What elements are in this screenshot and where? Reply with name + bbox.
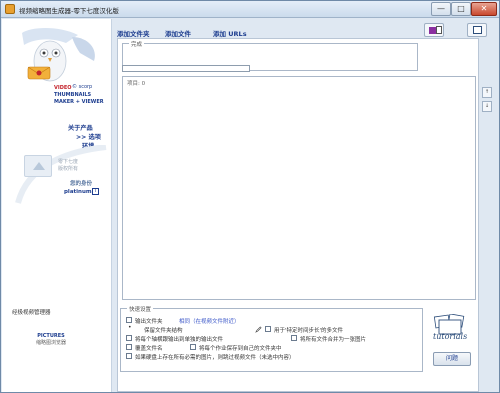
split-output-checkbox[interactable] — [126, 335, 132, 341]
product-name: VIDEO THUMBNAILS MAKER + VIEWER — [54, 85, 104, 106]
nav-item-options[interactable]: >> 选项 — [76, 132, 101, 141]
identity-value: platinum — [64, 189, 92, 195]
move-up-button[interactable]: ↑ — [482, 87, 492, 98]
owl-logo — [22, 28, 95, 82]
app-icon — [5, 4, 15, 14]
keep-structure-label: 保留文件夹结构 — [144, 328, 183, 334]
tutorials-text: tutorials — [433, 332, 468, 341]
add-urls-link[interactable]: 添加 URLs — [213, 28, 247, 38]
items-count: 项目: 0 — [127, 81, 146, 87]
use-interval-label: 用于'特定时间步长'的多文件 — [274, 328, 344, 334]
output-folder-value-link[interactable]: 相同（在视频文件附近） — [179, 317, 240, 325]
window-layout-icon — [473, 26, 482, 34]
nav-item-about[interactable]: 关于产品 — [68, 123, 93, 132]
toolbar: 添加文件夹 添加文件 添加 URLs — [117, 19, 497, 38]
output-folder-label: 输出文件夹 — [135, 319, 163, 325]
output-folder-checkbox[interactable] — [126, 317, 132, 323]
save-own-folder-checkbox[interactable] — [190, 344, 196, 350]
pictures-viewer-link[interactable]: PICTURES 缩略图浏览器 — [36, 333, 66, 347]
move-down-button[interactable]: ↓ — [482, 101, 492, 112]
promo-image-icon — [24, 155, 52, 177]
bullet-icon: • — [128, 324, 132, 331]
save-own-folder-label: 将每个作业保存到自己的文件夹中 — [199, 346, 282, 352]
identity-label: 您的身份 — [70, 181, 93, 187]
product-name-line-2: THUMBNAILS — [54, 92, 92, 98]
video-manager-link[interactable]: 经极视频管理器 — [12, 308, 51, 316]
overwrite-label: 覆盖文件名 — [135, 346, 163, 352]
items-list[interactable]: 项目: 0 — [122, 76, 476, 300]
add-folder-link[interactable]: 添加文件夹 — [117, 28, 150, 38]
skip-existing-checkbox[interactable] — [126, 353, 132, 359]
document-icon — [436, 26, 442, 34]
overwrite-checkbox[interactable] — [126, 344, 132, 350]
use-interval-checkbox[interactable] — [265, 326, 271, 332]
minimize-button[interactable]: — — [431, 2, 451, 16]
add-file-link[interactable]: 添加文件 — [165, 28, 191, 38]
info-icon[interactable]: i — [92, 188, 99, 195]
product-name-line-1: VIDEO — [54, 85, 72, 91]
pictures-title: PICTURES — [37, 333, 65, 339]
quick-settings-title: 快速设置 — [127, 305, 154, 313]
done-label: 完成 — [129, 40, 145, 48]
title-bar: 视频缩略图生成器-零下七度汉化版 — □ ✕ — [1, 1, 499, 18]
pen-icon[interactable] — [255, 326, 262, 333]
swoosh-decoration — [15, 145, 107, 204]
layout-button[interactable] — [467, 23, 487, 37]
close-button[interactable]: ✕ — [471, 2, 497, 16]
promo-text: 零下七度 版权所有 — [58, 159, 79, 172]
help-button[interactable]: 问题 — [433, 352, 471, 366]
app-window: 视频缩略图生成器-零下七度汉化版 — □ ✕ © scorp VIDEO THU… — [0, 0, 500, 393]
export-button[interactable] — [424, 23, 444, 37]
maximize-button[interactable]: □ — [451, 2, 471, 16]
split-output-label: 将每个轴横跟输出到单独的输出文件 — [135, 337, 224, 343]
skip-existing-label: 如果硬盘上存在所有必需的图片，则跳过视频文件（未选中内容） — [135, 355, 295, 361]
window-title: 视频缩略图生成器-零下七度汉化版 — [19, 7, 119, 15]
sidebar: © scorp VIDEO THUMBNAILS MAKER + VIEWER … — [2, 19, 112, 392]
merge-one-checkbox[interactable] — [291, 335, 297, 341]
progress-bar — [122, 65, 250, 72]
merge-one-label: 将所有文件合并为一张图片 — [300, 337, 367, 343]
pictures-subtitle: 缩略图浏览器 — [36, 340, 67, 346]
product-name-line-3: MAKER + VIEWER — [54, 99, 104, 105]
